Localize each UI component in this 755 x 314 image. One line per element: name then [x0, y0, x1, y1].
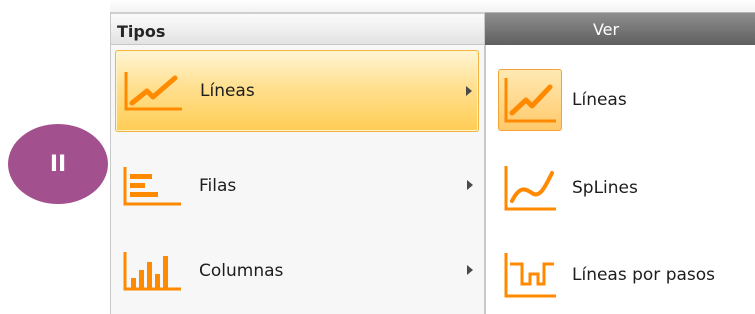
menu-item-label: Líneas [200, 81, 255, 101]
column-chart-icon [123, 252, 181, 291]
submenu-item-label: Líneas por pasos [572, 265, 716, 285]
submenu-item-lineas-por-pasos[interactable]: Líneas por pasos [486, 235, 755, 314]
submenu-item-label: SpLines [572, 178, 638, 198]
menu-item-label: Columnas [199, 261, 284, 281]
spline-chart-icon [504, 166, 556, 211]
bar-chart-horizontal-icon [123, 167, 181, 206]
submenu-header-label: Ver [592, 20, 620, 39]
line-chart-icon [124, 72, 182, 111]
menu-header: Tipos [111, 12, 484, 45]
submenu-header: Ver [485, 12, 755, 45]
menu-item-columnas[interactable]: Columnas [115, 230, 479, 312]
step-line-chart-icon-box [498, 244, 562, 306]
window-top-strip [110, 0, 755, 12]
chevron-right-icon [467, 265, 473, 275]
menu-item-lineas[interactable]: Líneas [115, 50, 479, 132]
submenu-item-lineas[interactable]: Líneas [486, 60, 755, 140]
submenu-item-label: Líneas [572, 90, 627, 110]
line-chart-icon-box [498, 69, 562, 131]
menu-item-filas[interactable]: Filas [115, 145, 479, 227]
menu-header-label: Tipos [117, 22, 166, 41]
step-badge-label: II [49, 151, 67, 177]
chevron-right-icon [466, 86, 472, 96]
submenu-item-splines[interactable]: SpLines [486, 148, 755, 228]
step-line-chart-icon [504, 253, 556, 298]
view-submenu: Líneas SpLines Líneas por pasos [485, 45, 755, 314]
spline-chart-icon-box [498, 157, 562, 219]
line-chart-icon [504, 78, 556, 123]
chart-types-menu: Tipos Líneas Filas Columnas [110, 12, 485, 314]
chevron-right-icon [467, 180, 473, 190]
menu-item-label: Filas [199, 176, 237, 196]
step-badge: II [8, 124, 108, 204]
